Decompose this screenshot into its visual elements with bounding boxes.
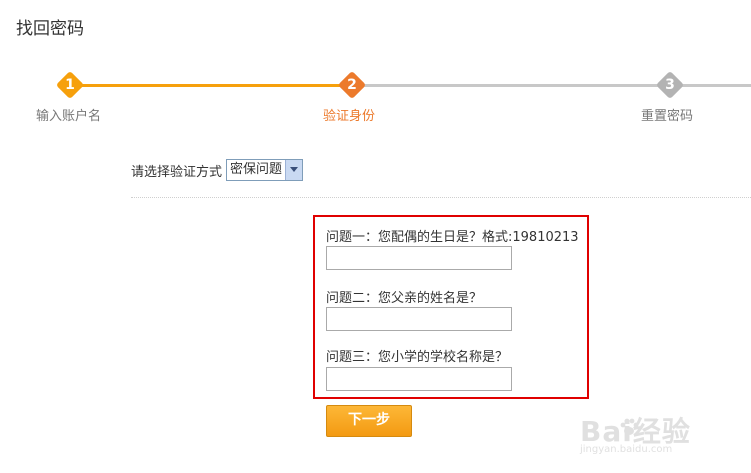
- verification-method-row: 请选择验证方式 密保问题: [131, 159, 304, 181]
- watermark-url: jingyan.baidu.com: [580, 444, 673, 455]
- section-divider: [131, 197, 751, 198]
- next-step-button[interactable]: 下一步: [326, 405, 412, 437]
- question-3-answer-input[interactable]: [326, 367, 512, 391]
- question-1-label: 问题一：您配偶的生日是？格式:19810213: [326, 230, 579, 245]
- step-1-label: 输入账户名: [36, 109, 102, 124]
- step-3-number: 3: [665, 77, 675, 93]
- step-3-marker: 3: [655, 70, 685, 100]
- step-2-marker: 2: [337, 70, 367, 100]
- question-2-answer-input[interactable]: [326, 307, 512, 331]
- chevron-down-icon[interactable]: [285, 160, 303, 180]
- step-1-number: 1: [65, 77, 75, 93]
- step-2-label: 验证身份: [323, 109, 376, 124]
- verification-method-value: 密保问题: [230, 162, 283, 177]
- question-2-label: 问题二：您父亲的姓名是？: [326, 291, 483, 306]
- baidu-jingyan-watermark: Bai经验 jingyan.baidu.com: [580, 410, 745, 460]
- verification-method-label: 请选择验证方式: [131, 164, 223, 180]
- question-3-label: 问题三：您小学的学校名称是？: [326, 350, 509, 365]
- step-2-number: 2: [347, 77, 357, 93]
- paw-icon: [620, 418, 639, 435]
- verification-method-select[interactable]: 密保问题: [226, 159, 304, 181]
- page-title: 找回密码: [16, 19, 84, 39]
- step-line-pending: [352, 84, 751, 87]
- step-3-label: 重置密码: [641, 109, 694, 124]
- question-1-answer-input[interactable]: [326, 246, 512, 270]
- step-1-marker: 1: [55, 70, 85, 100]
- step-line-completed: [70, 84, 352, 87]
